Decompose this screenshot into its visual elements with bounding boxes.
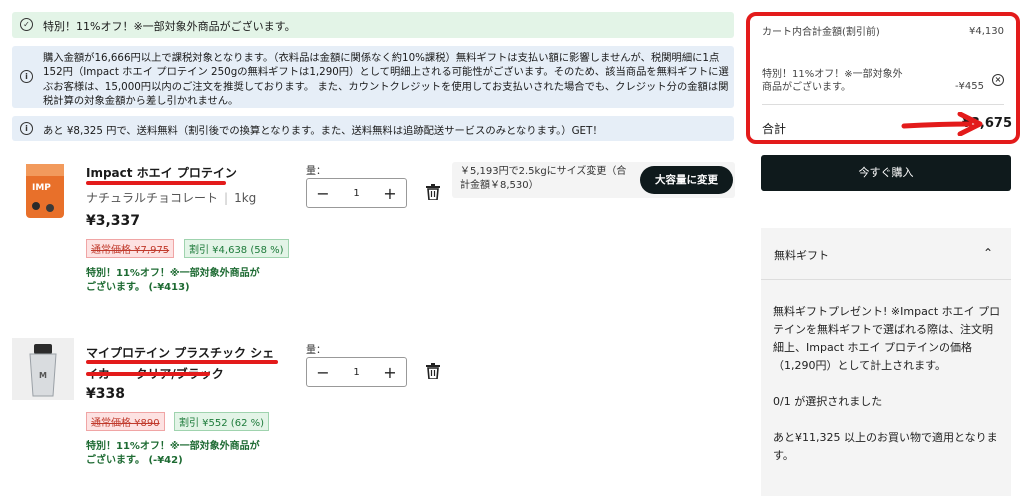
free-gift-remaining: あと¥11,325 以上のお買い物で適用となります。 [773,431,998,462]
remove-discount-icon[interactable]: × [992,74,1004,86]
item-variant: ナチュラルチョコレート | 1kg [86,189,256,206]
free-gift-header[interactable]: 無料ギフト ⌃ [761,228,1011,280]
free-gift-title: 無料ギフト [774,249,829,262]
subtotal-label: カート内合計金額(割引前) [762,27,880,38]
quantity-label: 量： [306,166,326,177]
total-label: 合計 [762,122,787,136]
quantity-stepper: − 1 + [306,357,407,387]
promo-banner-text: 特別！11%オフ！※一部対象外商品がございます。 [43,20,296,33]
free-gift-selected: 0/1 が選択されました [773,395,883,408]
promo-banner: ✓ 特別！11%オフ！※一部対象外商品がございます。 [12,12,734,38]
size-upsell: ￥5,193円で2.5kgにサイズ変更（合計金額￥8,530） 大容量に変更 [452,162,735,198]
free-gift-description: 無料ギフトプレゼント! ※Impact ホエイ プロテインを無料ギフトで選ばれる… [773,305,1001,372]
shaker-image[interactable]: M [12,338,74,400]
item-promo: 特別！11%オフ！※一部対象外商品がございます。 (-¥42) [86,441,260,466]
buy-now-button[interactable]: 今すぐ購入 [761,155,1011,191]
item-promo: 特別！11%オフ！※一部対象外商品がございます。 (-¥413) [86,268,260,293]
quantity-value[interactable]: 1 [353,188,359,199]
item-size: 1kg [234,191,257,205]
annotation-underline [86,181,226,185]
trash-icon[interactable] [426,363,440,379]
increment-button[interactable]: + [383,184,397,203]
annotation-underline [86,360,278,364]
chevron-up-icon[interactable]: ⌃ [983,246,993,260]
free-gift-body: 無料ギフトプレゼント! ※Impact ホエイ プロテインを無料ギフトで選ばれる… [773,303,1003,483]
protein-bag-image[interactable]: IMP [12,160,74,222]
shipping-banner-text: あと ¥8,325 円で、送料無料（割引後での換算となります。また、送料無料は追… [43,125,603,137]
discount-badge: 割引 ¥4,638 (58 %) [184,239,289,258]
upsell-text: ￥5,193円で2.5kgにサイズ変更（合計金額￥8,530） [460,166,627,191]
item-name[interactable]: マイプロテイン プラスチック シェイカー - クリア/ブラック [86,343,286,385]
discount-value: -¥455 [954,81,984,92]
subtotal-value: ¥4,130 [969,26,1004,37]
discount-badge: 割引 ¥552 (62 %) [174,412,270,431]
annotation-underline [86,372,210,376]
variant-separator: | [224,191,229,205]
item-flavor: ナチュラルチョコレート [86,191,219,205]
info-icon: i [20,122,33,135]
info-icon: i [20,70,33,83]
subtotal-row: カート内合計金額(割引前) ¥4,130 [762,26,1004,56]
discount-row: 特別！11%オフ！※一部対象外商品がございます。 -¥455 × [762,68,1004,98]
original-price-badge: 通常価格 ¥7,975 [86,239,175,258]
item-name[interactable]: Impact ホエイ プロテイン [86,164,237,181]
increment-button[interactable]: + [383,363,397,382]
decrement-button[interactable]: − [316,363,330,382]
free-gift-panel: 無料ギフト ⌃ 無料ギフトプレゼント! ※Impact ホエイ プロテインを無料… [761,228,1011,496]
check-circle-icon: ✓ [20,18,33,31]
item-price: ¥3,337 [86,213,141,229]
quantity-stepper: − 1 + [306,178,407,208]
tax-notice-text: 購入金額が16,666円以上で課税対象となります。（衣料品は金額に関係なく約10… [43,52,729,108]
upsize-button[interactable]: 大容量に変更 [640,166,733,194]
svg-text:M: M [39,371,47,380]
summary-divider [762,104,1004,105]
quantity-value[interactable]: 1 [353,367,359,378]
discount-label: 特別！11%オフ！※一部対象外商品がございます。 [762,69,903,93]
shipping-banner: i あと ¥8,325 円で、送料無料（割引後での換算となります。また、送料無料… [12,116,734,141]
trash-icon[interactable] [426,184,440,200]
quantity-label: 量： [306,345,326,356]
red-arrow-annotation [901,112,983,136]
svg-text:IMP: IMP [32,183,51,193]
original-price-badge: 通常価格 ¥890 [86,412,165,431]
tax-notice-banner: i 購入金額が16,666円以上で課税対象となります。（衣料品は金額に関係なく約… [12,46,734,108]
decrement-button[interactable]: − [316,184,330,203]
item-price: ¥338 [86,386,125,402]
